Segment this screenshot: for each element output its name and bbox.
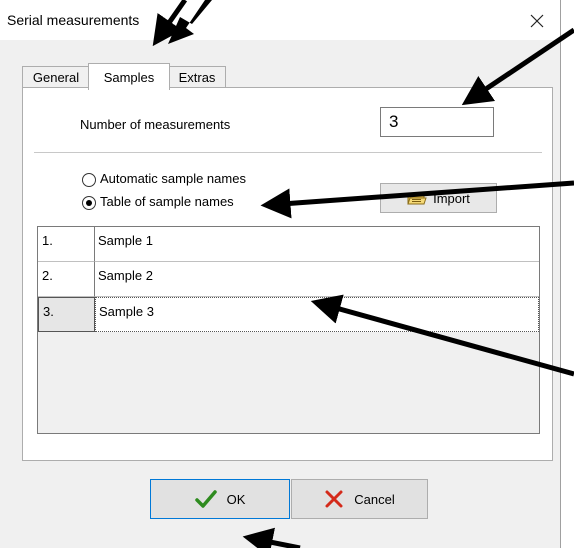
cancel-button[interactable]: Cancel (291, 479, 428, 519)
tab-samples[interactable]: Samples (88, 63, 170, 90)
measurements-count-input[interactable]: 3 (380, 107, 494, 137)
import-button-label: Import (433, 190, 470, 206)
table-names-label[interactable]: Table of sample names (100, 194, 234, 209)
row-number-cell: 3. (38, 297, 95, 332)
sample-name-cell[interactable]: Sample 1 (95, 227, 539, 262)
ok-button-label: OK (226, 491, 246, 507)
cancel-button-label: Cancel (354, 491, 395, 507)
title-bar[interactable]: Serial measurements (0, 0, 560, 40)
sample-names-table: 1. Sample 1 2. Sample 2 3. Sample 3 (37, 226, 540, 434)
checkmark-icon (194, 490, 217, 508)
measurements-count-label: Number of measurements (80, 117, 231, 132)
folder-open-icon (407, 192, 427, 205)
table-names-radio[interactable] (82, 196, 96, 210)
serial-measurement-dialog: Serial measurements General Samples Extr… (0, 0, 561, 548)
ok-button[interactable]: OK (150, 479, 290, 519)
sample-name-cell[interactable]: Sample 3 (95, 297, 539, 332)
automatic-names-label[interactable]: Automatic sample names (100, 171, 246, 186)
tab-extras-label: Extras (178, 70, 216, 85)
table-row[interactable]: 3. Sample 3 (38, 297, 539, 332)
tab-samples-label: Samples (103, 69, 155, 85)
tab-general[interactable]: General (22, 66, 90, 88)
window-title: Serial measurements (7, 12, 140, 28)
close-button[interactable] (520, 6, 554, 36)
row-number-cell: 1. (38, 227, 95, 262)
radio-selected-dot (86, 200, 92, 206)
close-icon (530, 14, 544, 28)
measurements-count-value: 3 (389, 112, 399, 131)
automatic-names-radio[interactable] (82, 173, 96, 187)
x-mark-icon (325, 490, 343, 508)
row-number-cell: 2. (38, 262, 95, 297)
tab-general-label: General (32, 70, 80, 85)
section-divider (34, 152, 542, 154)
table-row[interactable]: 2. Sample 2 (38, 262, 539, 297)
tab-extras[interactable]: Extras (168, 66, 226, 88)
table-row[interactable]: 1. Sample 1 (38, 227, 539, 262)
import-button[interactable]: Import (380, 183, 497, 213)
sample-name-cell[interactable]: Sample 2 (95, 262, 539, 297)
